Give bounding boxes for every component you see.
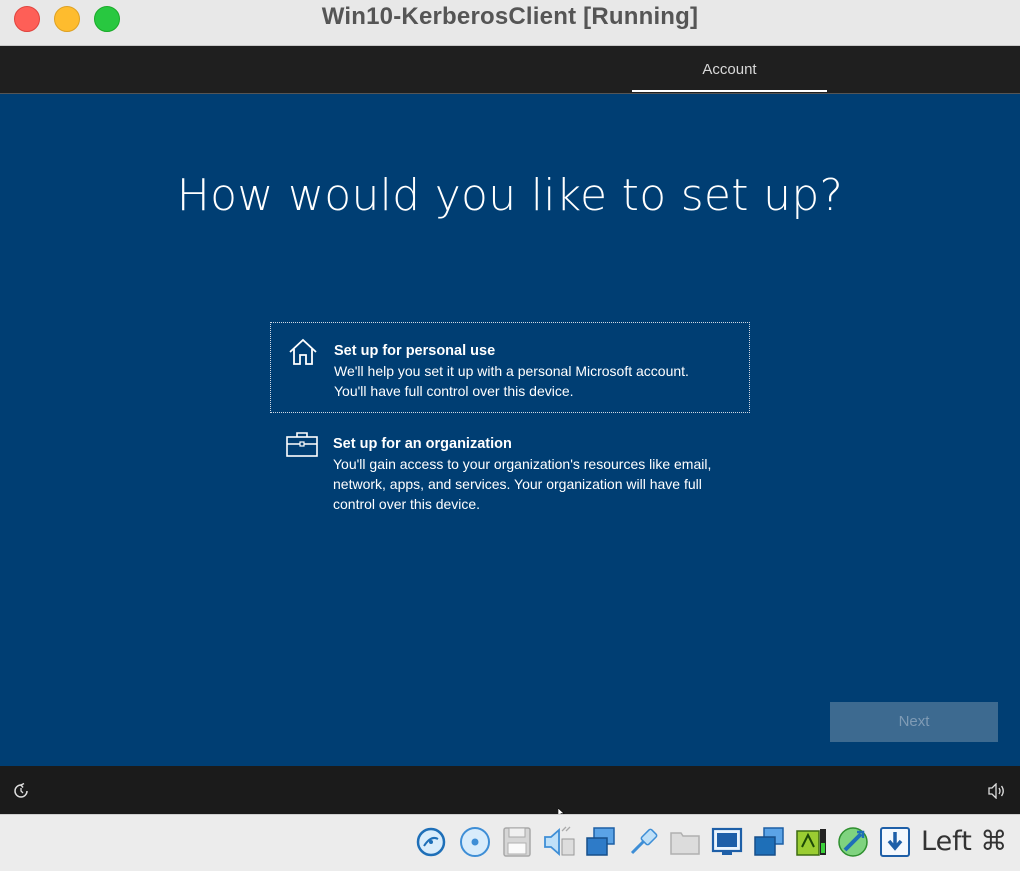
option-personal-title: Set up for personal use — [334, 343, 496, 359]
display-icon[interactable] — [710, 825, 744, 859]
page-title: How would you like to set up? — [176, 170, 844, 221]
option-personal-use[interactable]: Set up for personal use We'll help you s… — [270, 322, 750, 413]
option-organization[interactable]: Set up for an organization You'll gain a… — [270, 416, 750, 516]
ease-of-access-icon[interactable] — [12, 782, 30, 800]
volume-icon[interactable] — [987, 783, 1005, 799]
shared-folder-icon[interactable] — [668, 825, 702, 859]
host-key-icon[interactable] — [878, 825, 912, 859]
home-icon — [289, 338, 317, 365]
oobe-footer — [0, 766, 1020, 818]
option-personal-description: We'll help you set it up with a personal… — [334, 363, 689, 399]
floppy-icon[interactable] — [500, 825, 534, 859]
network-icon[interactable] — [584, 825, 618, 859]
oobe-main: How would you like to set up? Set up for… — [0, 94, 1020, 766]
window-title: Win10-KerberosClient [Running] — [321, 3, 699, 30]
host-key-label: Left ⌘ — [921, 826, 1008, 857]
option-organization-title: Set up for an organization — [333, 436, 512, 452]
briefcase-icon — [286, 432, 318, 457]
optical-disk-icon[interactable] — [458, 825, 492, 859]
vm-status-bar: Left ⌘ — [0, 814, 1020, 871]
audio-icon[interactable] — [542, 825, 576, 859]
usb-icon[interactable] — [626, 825, 660, 859]
mouse-integration-icon[interactable] — [836, 825, 870, 859]
window-titlebar: Win10-KerberosClient [Running] — [0, 0, 1020, 46]
recording-icon[interactable] — [794, 825, 828, 859]
capture-icon[interactable] — [752, 825, 786, 859]
hard-disk-icon[interactable] — [414, 825, 448, 859]
tab-account: Account — [632, 46, 827, 92]
oobe-header: Account — [0, 46, 1020, 94]
option-organization-description: You'll gain access to your organization'… — [333, 456, 712, 512]
next-button[interactable]: Next — [830, 702, 998, 742]
